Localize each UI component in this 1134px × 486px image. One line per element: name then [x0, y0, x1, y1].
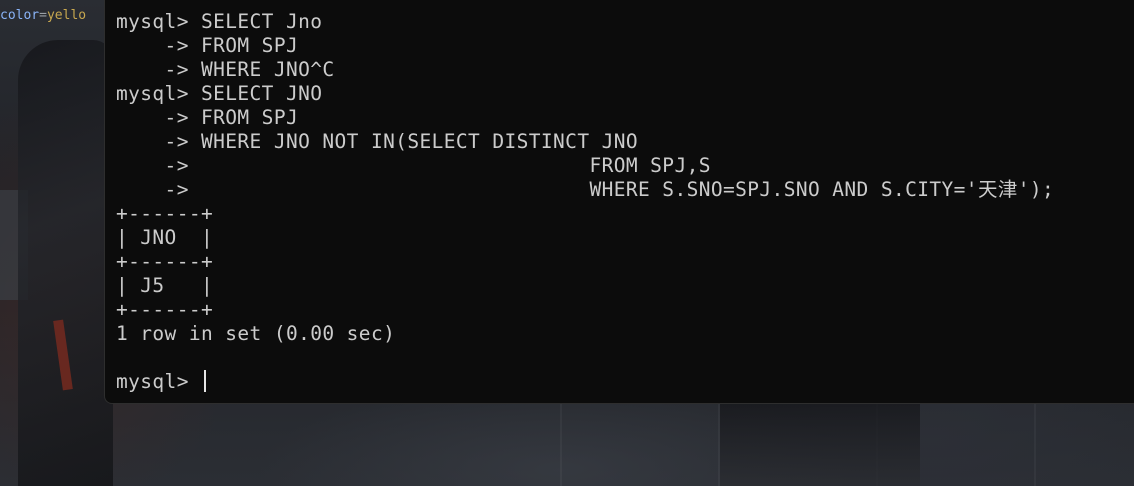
desktop-background: color=yello mysql> SELECT Jno -> FROM SP… — [0, 0, 1134, 486]
terminal-line: mysql> SELECT Jno — [116, 10, 323, 33]
wallpaper-figure — [18, 40, 113, 486]
terminal-line: -> FROM SPJ,S — [116, 154, 711, 177]
terminal-line: mysql> SELECT JNO — [116, 82, 323, 105]
terminal-window[interactable]: mysql> SELECT Jno -> FROM SPJ -> WHERE J… — [104, 0, 1134, 404]
terminal-line: -> WHERE JNO^C — [116, 58, 335, 81]
terminal-line: 1 row in set (0.00 sec) — [116, 322, 396, 345]
terminal-line: | J5 | — [116, 274, 214, 297]
editor-separator: = — [39, 8, 47, 23]
terminal-line: | JNO | — [116, 226, 214, 249]
terminal-output[interactable]: mysql> SELECT Jno -> FROM SPJ -> WHERE J… — [116, 10, 1054, 394]
terminal-prompt: mysql> — [116, 370, 201, 393]
terminal-line: +------+ — [116, 298, 214, 321]
wallpaper-figure-right — [720, 404, 920, 486]
editor-key: color — [0, 8, 40, 23]
terminal-line: -> FROM SPJ — [116, 106, 299, 129]
text-cursor — [203, 370, 206, 392]
terminal-line: -> FROM SPJ — [116, 34, 299, 57]
editor-value: yello — [46, 8, 87, 23]
terminal-line: +------+ — [116, 202, 214, 225]
terminal-prompt-line[interactable]: mysql> — [116, 370, 1054, 394]
terminal-line: -> WHERE S.SNO=SPJ.SNO AND S.CITY='天津'); — [116, 178, 1055, 201]
terminal-line: -> WHERE JNO NOT IN(SELECT DISTINCT JNO — [116, 130, 639, 153]
terminal-line: +------+ — [116, 250, 214, 273]
background-editor-text: color=yello — [0, 6, 86, 26]
